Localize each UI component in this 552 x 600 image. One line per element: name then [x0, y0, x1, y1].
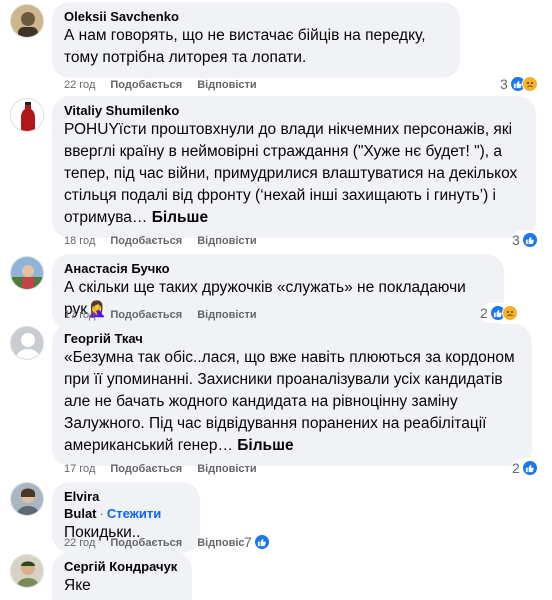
avatar[interactable]	[10, 326, 44, 360]
comment-bubble: Сергій Кондрачук Яке позорисько…	[52, 552, 192, 600]
comment-actions: 17 год Подобається Відповісти	[64, 308, 257, 322]
comment-author[interactable]: Vitaliy Shumilenko	[64, 102, 524, 119]
comment-text-body: РОНUYїсти проштовхнули до влади нікчемни…	[64, 121, 518, 226]
like-icon	[521, 232, 538, 248]
reaction-count: 7	[244, 534, 252, 550]
comment-time[interactable]: 18 год	[64, 234, 95, 248]
reaction-summary[interactable]: 2	[512, 458, 538, 478]
avatar[interactable]	[10, 98, 44, 132]
comment-actions: 22 год Подобається Відповісти	[64, 536, 257, 550]
reaction-count: 3	[500, 76, 508, 92]
reply-button[interactable]: Відповісти	[197, 308, 256, 322]
like-button[interactable]: Подобається	[110, 462, 182, 476]
comment-author[interactable]: Анастасія Бучко	[64, 260, 492, 277]
comment-bubble: Георгій Ткач «Безумна так обіс..лася, що…	[52, 324, 532, 466]
comment-author[interactable]: Георгій Ткач	[64, 330, 520, 347]
comment-text: А нам говорять, що не вистачає бійців на…	[64, 27, 426, 66]
reply-button[interactable]: Відповісти	[197, 78, 256, 92]
comment-time[interactable]: 17 год	[64, 462, 95, 476]
comment-author-name[interactable]: Elvira Bulat	[64, 489, 99, 521]
comment-author[interactable]: Сергій Кондрачук	[64, 558, 180, 575]
comment: Vitaliy Shumilenko РОНUYїсти проштовхнул…	[0, 96, 552, 252]
comment: Сергій Кондрачук Яке позорисько…	[0, 552, 552, 600]
like-button[interactable]: Подобається	[110, 234, 182, 248]
sad-icon	[501, 305, 518, 321]
avatar[interactable]	[10, 256, 44, 290]
comment: Elvira Bulat · Стежити Покидьки.. 22 год П…	[0, 480, 552, 553]
comment-time[interactable]: 17 год	[64, 308, 95, 322]
comment-actions: 17 год Подобається Відповісти	[64, 462, 257, 476]
comment: Георгій Ткач «Безумна так обіс..лася, що…	[0, 324, 552, 478]
comment-time[interactable]: 22 год	[64, 536, 95, 550]
comment-text: «Безумна так обіс..лася, що вже навіть п…	[64, 347, 520, 457]
reaction-summary[interactable]: 3	[512, 230, 538, 250]
reaction-count: 3	[512, 232, 520, 248]
avatar[interactable]	[10, 554, 44, 588]
comment: Oleksii Savchenko А нам говорять, що не …	[0, 0, 552, 98]
comment-bubble: Vitaliy Shumilenko РОНUYїсти проштовхнул…	[52, 96, 536, 238]
separator-dot: ·	[99, 506, 104, 521]
reaction-count: 2	[512, 460, 520, 476]
reply-button[interactable]: Відповісти	[197, 234, 256, 248]
avatar[interactable]	[10, 4, 44, 38]
comment-actions: 22 год Подобається Відповісти	[64, 78, 257, 92]
like-icon	[521, 460, 538, 476]
comment-time[interactable]: 22 год	[64, 78, 95, 92]
reaction-summary[interactable]: 2	[480, 303, 518, 323]
reaction-summary[interactable]: 7	[244, 532, 270, 552]
like-button[interactable]: Подобається	[110, 536, 182, 550]
follow-button[interactable]: Стежити	[107, 506, 161, 521]
comment-text: Яке позорисько…	[64, 577, 161, 600]
like-icon	[253, 534, 270, 550]
comment-author[interactable]: Oleksii Savchenko	[64, 8, 448, 25]
sad-icon	[521, 76, 538, 92]
reaction-summary[interactable]: 3	[500, 74, 538, 94]
like-button[interactable]: Подобається	[110, 308, 182, 322]
comment-actions: 18 год Подобається Відповісти	[64, 234, 257, 248]
comment-bubble: Oleksii Savchenko А нам говорять, що не …	[52, 2, 460, 78]
see-more-link[interactable]: Більше	[152, 209, 208, 226]
reaction-count: 2	[480, 305, 488, 321]
comment-author[interactable]: Elvira Bulat · Стежити	[64, 488, 188, 522]
reply-button[interactable]: Відповісти	[197, 462, 256, 476]
comment-text: РОНUYїсти проштовхнули до влади нікчемни…	[64, 119, 524, 229]
comment: Анастасія Бучко А скільки ще таких дружо…	[0, 254, 552, 330]
avatar[interactable]	[10, 482, 44, 516]
see-more-link[interactable]: Більше	[237, 437, 293, 454]
like-button[interactable]: Подобається	[110, 78, 182, 92]
